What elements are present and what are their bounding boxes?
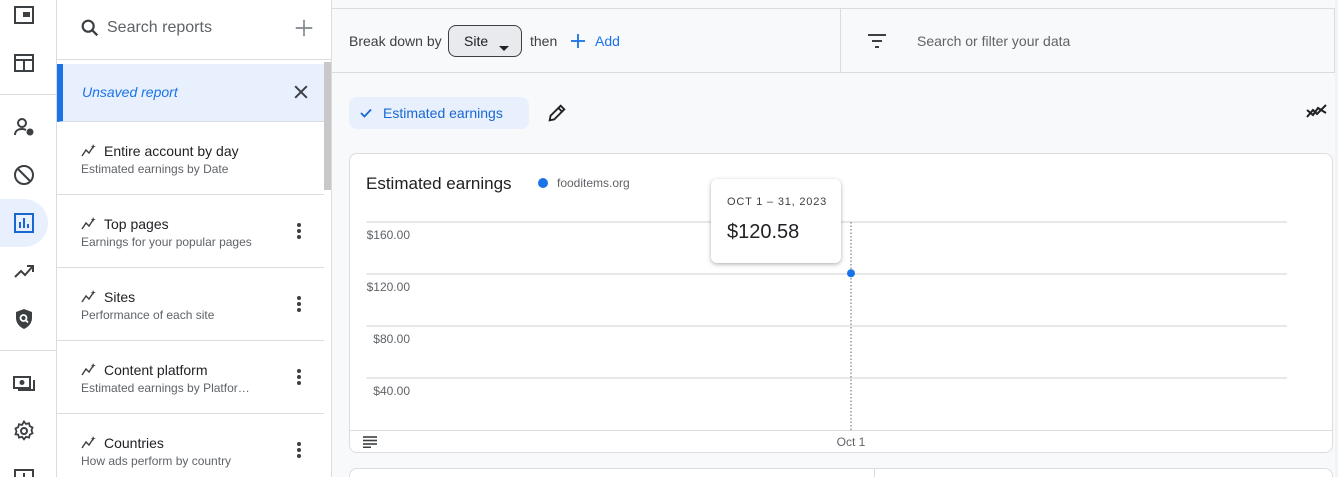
earnings-chart[interactable]: $40.00$80.00$120.00$160.00Oct 1 bbox=[350, 154, 1332, 452]
nav-rail bbox=[0, 0, 57, 477]
report-title: Sites bbox=[104, 289, 136, 305]
search-icon bbox=[79, 17, 101, 44]
then-label: then bbox=[530, 33, 558, 49]
report-subtitle: Performance of each site bbox=[81, 308, 215, 322]
sparkline-icon bbox=[81, 144, 97, 163]
report-item-sites[interactable]: Sites Performance of each site bbox=[57, 268, 324, 341]
breakdown-site-dropdown[interactable]: Site bbox=[448, 25, 522, 57]
report-search-row: Search reports bbox=[57, 0, 331, 60]
rail-divider bbox=[0, 350, 57, 351]
search-reports-input[interactable]: Search reports bbox=[107, 19, 212, 37]
more-vert-icon[interactable] bbox=[289, 367, 309, 392]
report-title: Top pages bbox=[104, 216, 169, 232]
breakdown-label: Break down by bbox=[349, 33, 442, 49]
more-vert-icon[interactable] bbox=[289, 294, 309, 319]
breakdown-toolbar: Break down by Site then Add Search or fi… bbox=[332, 8, 1335, 73]
sparkline-icon bbox=[81, 217, 97, 236]
chart-type-icon[interactable] bbox=[1306, 102, 1328, 125]
sparkline-icon bbox=[81, 290, 97, 309]
privacy-messaging-icon[interactable] bbox=[0, 103, 48, 151]
unsaved-report-label: Unsaved report bbox=[82, 84, 178, 100]
main-content: Break down by Site then Add Search or fi… bbox=[332, 0, 1338, 477]
y-tick-label: $120.00 bbox=[367, 280, 411, 294]
sparkline-icon bbox=[81, 436, 97, 455]
metric-chip-label: Estimated earnings bbox=[383, 105, 503, 121]
chart-card: Estimated earnings fooditems.org $40.00 $… bbox=[349, 153, 1333, 453]
chart-footer bbox=[350, 430, 1332, 452]
ads-icon[interactable] bbox=[0, 39, 48, 87]
panel-scrollbar[interactable] bbox=[324, 62, 331, 190]
report-subtitle: How ads perform by country bbox=[81, 454, 232, 468]
check-icon bbox=[359, 106, 373, 125]
report-subtitle: Estimated earnings by Date bbox=[81, 162, 229, 176]
y-tick-label: $160.00 bbox=[367, 228, 411, 242]
y-tick-label: $40.00 bbox=[373, 384, 410, 398]
add-breakdown-button[interactable]: Add bbox=[570, 31, 620, 51]
report-item-entire-account[interactable]: Entire account by day Estimated earnings… bbox=[57, 122, 324, 195]
brand-safety-icon[interactable] bbox=[0, 295, 48, 343]
close-icon[interactable] bbox=[291, 82, 311, 107]
blocking-controls-icon[interactable] bbox=[0, 151, 48, 199]
payments-icon[interactable] bbox=[0, 359, 48, 407]
report-item-top-pages[interactable]: Top pages Earnings for your popular page… bbox=[57, 195, 324, 268]
tooltip-value: $120.58 bbox=[727, 221, 800, 243]
plus-icon bbox=[571, 34, 585, 48]
table-card bbox=[349, 468, 1333, 477]
report-title: Countries bbox=[104, 435, 164, 451]
more-vert-icon[interactable] bbox=[289, 440, 309, 465]
more-icon[interactable] bbox=[0, 452, 48, 477]
table-card-divider bbox=[874, 469, 875, 477]
unsaved-report-item[interactable]: Unsaved report bbox=[57, 64, 324, 122]
sparkline-icon bbox=[81, 363, 97, 382]
app-root: Search reports Unsaved report Entire acc… bbox=[0, 0, 1338, 477]
rail-divider bbox=[0, 94, 57, 95]
add-label: Add bbox=[595, 33, 620, 49]
report-item-countries[interactable]: Countries How ads perform by country bbox=[57, 414, 324, 477]
chart-tooltip: OCT 1 – 31, 2023 $120.58 bbox=[711, 179, 841, 263]
report-title: Content platform bbox=[104, 362, 208, 378]
settings-icon[interactable] bbox=[0, 407, 48, 455]
toolbar-divider bbox=[840, 9, 841, 73]
filter-icon[interactable] bbox=[867, 33, 887, 54]
more-vert-icon[interactable] bbox=[289, 221, 309, 246]
report-title: Entire account by day bbox=[104, 143, 239, 159]
report-item-content-platform[interactable]: Content platform Estimated earnings by P… bbox=[57, 341, 324, 414]
caret-down-icon bbox=[499, 39, 509, 57]
optimization-icon[interactable] bbox=[0, 247, 48, 295]
report-subtitle: Earnings for your popular pages bbox=[81, 235, 252, 249]
tooltip-date: OCT 1 – 31, 2023 bbox=[727, 196, 828, 208]
add-report-icon[interactable] bbox=[293, 17, 315, 44]
breakdown-value: Site bbox=[464, 33, 489, 49]
y-tick-label: $80.00 bbox=[373, 332, 410, 346]
filter-input[interactable]: Search or filter your data bbox=[917, 33, 1070, 49]
reports-panel: Search reports Unsaved report Entire acc… bbox=[57, 0, 332, 477]
report-subtitle: Estimated earnings by Platfor… bbox=[81, 381, 250, 395]
overview-icon[interactable] bbox=[0, 0, 48, 39]
metric-chip-estimated-earnings[interactable]: Estimated earnings bbox=[349, 97, 529, 129]
reports-icon[interactable] bbox=[0, 199, 48, 247]
table-view-icon[interactable] bbox=[363, 435, 377, 453]
data-point bbox=[847, 269, 855, 278]
edit-metrics-icon[interactable] bbox=[546, 102, 568, 129]
